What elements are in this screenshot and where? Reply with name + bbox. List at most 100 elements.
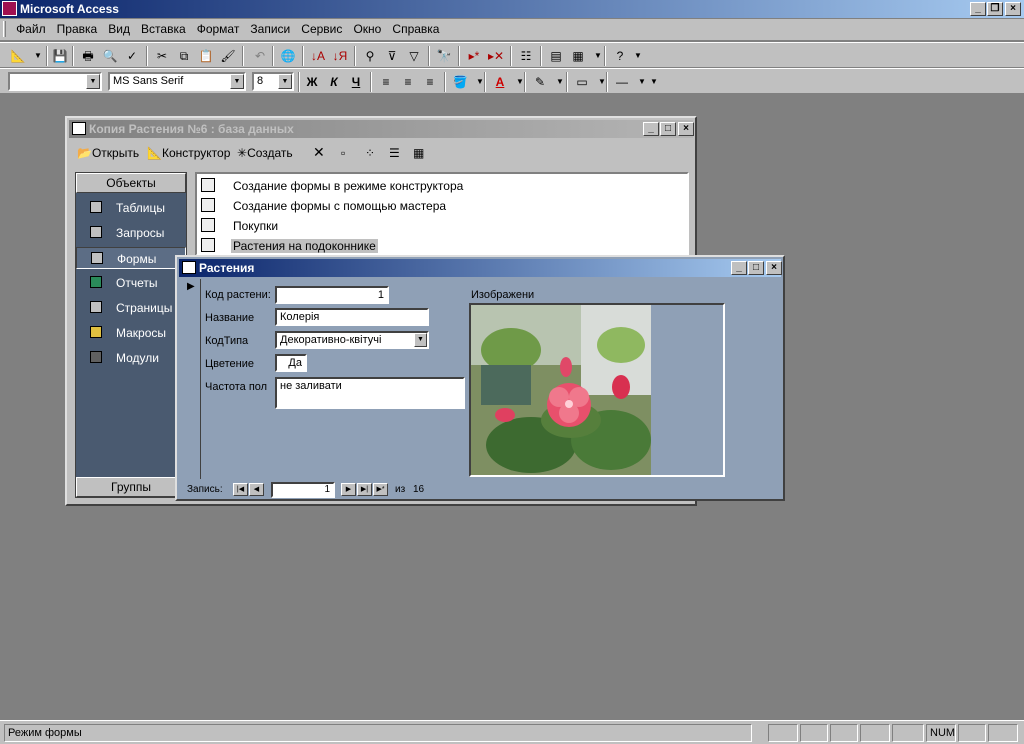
close-app-button[interactable]: × bbox=[1005, 2, 1021, 16]
object-macros[interactable]: Макросы bbox=[76, 322, 186, 344]
type-combo[interactable]: Декоративно-квітучі ▼ bbox=[275, 331, 429, 349]
view-dropdown-icon[interactable]: ▼ bbox=[28, 46, 48, 66]
bold-button[interactable]: Ж bbox=[302, 72, 322, 92]
toolbar-options-icon[interactable]: ▼ bbox=[628, 46, 648, 66]
menu-format[interactable]: Формат bbox=[193, 19, 244, 39]
object-reports[interactable]: Отчеты bbox=[76, 272, 186, 294]
help-icon[interactable]: ? bbox=[610, 46, 630, 66]
name-field[interactable]: Колерія bbox=[275, 308, 429, 326]
align-center-icon[interactable]: ≡ bbox=[398, 72, 418, 92]
access-app-icon[interactable] bbox=[2, 1, 17, 16]
db-close-button[interactable]: × bbox=[678, 122, 694, 136]
properties-icon[interactable]: ☷ bbox=[516, 46, 536, 66]
db-maximize-button[interactable]: □ bbox=[660, 122, 676, 136]
object-combo[interactable]: ▼ bbox=[8, 72, 102, 91]
print-preview-icon[interactable]: 🔍 bbox=[100, 46, 120, 66]
menu-insert[interactable]: Вставка bbox=[137, 19, 190, 39]
delete-record-icon[interactable]: ▸✕ bbox=[486, 46, 506, 66]
menu-edit[interactable]: Правка bbox=[53, 19, 102, 39]
insert-hyperlink-icon[interactable]: 🌐 bbox=[278, 46, 298, 66]
italic-button[interactable]: К bbox=[324, 72, 344, 92]
create-button[interactable]: ✳Создать bbox=[237, 146, 293, 160]
line-color-icon[interactable]: ✎ bbox=[530, 72, 550, 92]
fill-color-icon[interactable]: 🪣 bbox=[450, 72, 470, 92]
font-color-icon[interactable]: A bbox=[490, 72, 510, 92]
database-window-title-bar[interactable]: Копия Растения №6 : база данных _ □ × bbox=[69, 120, 694, 138]
align-left-icon[interactable]: ≡ bbox=[376, 72, 396, 92]
font-name-combo[interactable]: MS Sans Serif ▼ bbox=[108, 72, 246, 91]
menu-file[interactable]: Файл bbox=[12, 19, 50, 39]
last-record-button[interactable]: ▶| bbox=[357, 483, 372, 496]
new-record-button[interactable]: ▶* bbox=[373, 483, 388, 496]
apply-filter-icon[interactable]: ▽ bbox=[404, 46, 424, 66]
font-color-dropdown-icon[interactable]: ▼ bbox=[510, 72, 530, 92]
chevron-down-icon[interactable]: ▼ bbox=[230, 74, 244, 89]
toolbar-options-icon[interactable]: ▼ bbox=[644, 72, 664, 92]
code-field[interactable]: 1 bbox=[275, 286, 389, 304]
db-minimize-button[interactable]: _ bbox=[643, 122, 659, 136]
cut-icon[interactable]: ✂ bbox=[152, 46, 172, 66]
object-pages[interactable]: Страницы bbox=[76, 297, 186, 319]
objects-header[interactable]: Объекты bbox=[76, 173, 186, 193]
delete-icon[interactable]: ✕ bbox=[313, 144, 325, 161]
minimize-app-button[interactable]: _ bbox=[970, 2, 986, 16]
copy-icon[interactable]: ⧉ bbox=[174, 46, 194, 66]
previous-record-button[interactable]: ◀ bbox=[249, 483, 264, 496]
menu-records[interactable]: Записи bbox=[246, 19, 294, 39]
first-record-button[interactable]: |◀ bbox=[233, 483, 248, 496]
restore-app-button[interactable]: ❐ bbox=[987, 2, 1003, 16]
new-record-icon[interactable]: ▸* bbox=[464, 46, 484, 66]
object-tables[interactable]: Таблицы bbox=[76, 197, 186, 219]
paste-icon[interactable]: 📋 bbox=[196, 46, 216, 66]
image-frame[interactable] bbox=[469, 303, 725, 477]
line-width-icon[interactable]: ― bbox=[612, 72, 632, 92]
object-queries[interactable]: Запросы bbox=[76, 222, 186, 244]
details-view-icon[interactable]: ▦ bbox=[413, 146, 424, 160]
database-icon[interactable] bbox=[72, 122, 86, 135]
chevron-down-icon[interactable]: ▼ bbox=[414, 333, 427, 347]
fill-color-dropdown-icon[interactable]: ▼ bbox=[470, 72, 490, 92]
new-object-icon[interactable]: ▦ bbox=[568, 46, 588, 66]
menu-view[interactable]: Вид bbox=[104, 19, 134, 39]
bloom-field[interactable]: Да bbox=[275, 354, 307, 372]
save-icon[interactable]: 💾 bbox=[50, 46, 70, 66]
spelling-icon[interactable]: ✓ bbox=[122, 46, 142, 66]
small-icons-icon[interactable]: ⁘ bbox=[365, 146, 375, 160]
design-button[interactable]: 📐Конструктор bbox=[147, 146, 230, 160]
chevron-down-icon[interactable]: ▼ bbox=[86, 74, 100, 89]
form-window-title-bar[interactable]: Растения _ □ × bbox=[179, 259, 782, 277]
menu-window[interactable]: Окно bbox=[349, 19, 385, 39]
special-effect-icon[interactable]: ▭ bbox=[572, 72, 592, 92]
large-icons-icon[interactable]: ▫ bbox=[341, 146, 345, 160]
filter-by-form-icon[interactable]: ⊽ bbox=[382, 46, 402, 66]
sort-ascending-icon[interactable]: ↓A bbox=[308, 46, 328, 66]
find-icon[interactable]: 🔭 bbox=[434, 46, 454, 66]
format-painter-icon[interactable]: 🖌 bbox=[218, 46, 238, 66]
object-modules[interactable]: Модули bbox=[76, 347, 186, 369]
record-number-field[interactable]: 1 bbox=[271, 482, 335, 498]
groups-header[interactable]: Группы bbox=[76, 477, 186, 497]
menu-tools[interactable]: Сервис bbox=[297, 19, 346, 39]
form-icon[interactable] bbox=[182, 261, 196, 274]
sort-descending-icon[interactable]: ↓Я bbox=[330, 46, 350, 66]
underline-button[interactable]: Ч bbox=[346, 72, 366, 92]
filter-by-selection-icon[interactable]: ⚲ bbox=[360, 46, 380, 66]
undo-icon[interactable]: ↶ bbox=[250, 46, 270, 66]
print-icon[interactable]: 🖶 bbox=[78, 46, 98, 66]
next-record-button[interactable]: ▶ bbox=[341, 483, 356, 496]
form-maximize-button[interactable]: □ bbox=[748, 261, 764, 275]
menubar-grip[interactable] bbox=[3, 21, 6, 37]
database-window-icon[interactable]: ▤ bbox=[546, 46, 566, 66]
object-forms[interactable]: Формы bbox=[76, 247, 186, 269]
view-icon[interactable]: 📐 bbox=[8, 46, 28, 66]
special-effect-dropdown-icon[interactable]: ▼ bbox=[592, 72, 612, 92]
open-button[interactable]: 📂Открыть bbox=[77, 146, 139, 160]
font-size-combo[interactable]: 8 ▼ bbox=[252, 72, 294, 91]
menu-help[interactable]: Справка bbox=[388, 19, 443, 39]
form-close-button[interactable]: × bbox=[766, 261, 782, 275]
record-selector[interactable]: ▶ bbox=[181, 279, 201, 479]
align-right-icon[interactable]: ≡ bbox=[420, 72, 440, 92]
watering-field[interactable]: не заливати bbox=[275, 377, 465, 409]
chevron-down-icon[interactable]: ▼ bbox=[278, 74, 292, 89]
form-minimize-button[interactable]: _ bbox=[731, 261, 747, 275]
